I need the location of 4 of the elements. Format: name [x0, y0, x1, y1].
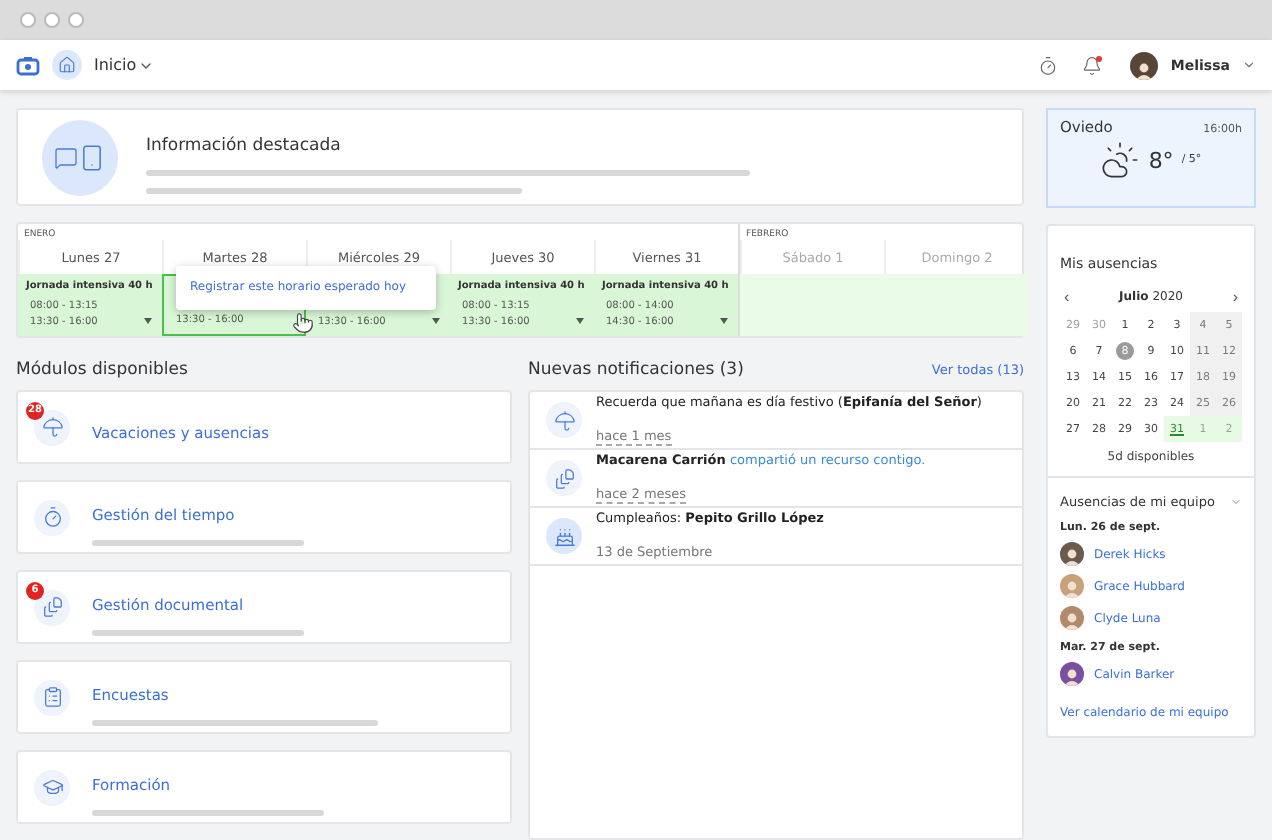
section-title: Módulos disponibles: [16, 360, 188, 380]
temperature: 8°: [1148, 147, 1174, 173]
section-title: Nuevas notificaciones (3): [528, 360, 744, 380]
card-title: Información destacada: [146, 136, 341, 156]
